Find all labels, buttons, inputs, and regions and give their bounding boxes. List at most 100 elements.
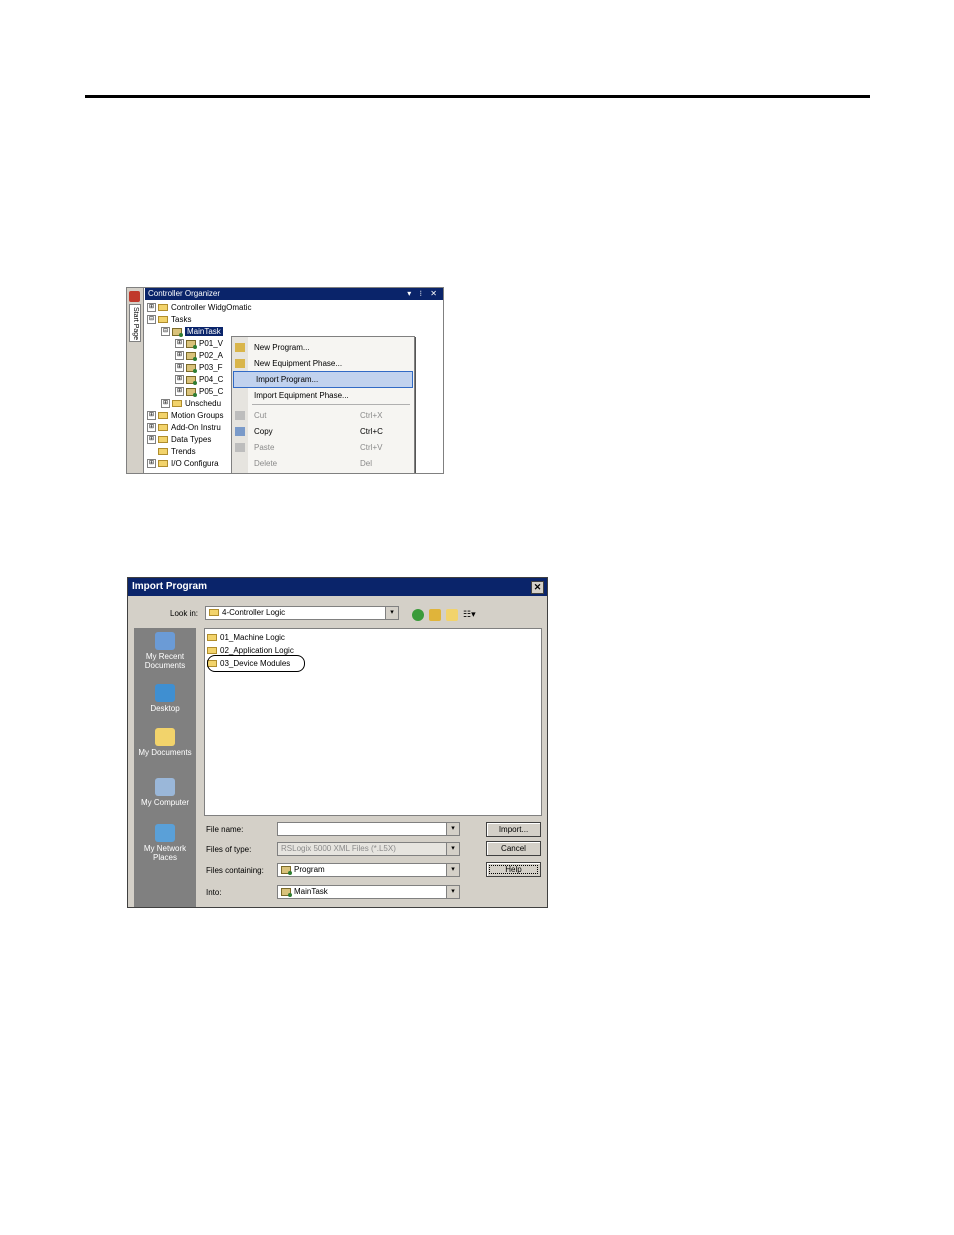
expand-icon[interactable]: ⊞ (175, 339, 184, 349)
up-folder-icon[interactable] (429, 609, 441, 621)
collapse-icon[interactable]: ⊟ (161, 327, 170, 337)
tree-item[interactable]: ⊟ MainTask (161, 326, 223, 337)
file-list-item-label: 02_Application Logic (220, 646, 294, 655)
tree-item[interactable]: ⊞ P02_A (175, 350, 223, 361)
tree-item-label: Trends (171, 447, 196, 456)
menu-item[interactable]: Import Equipment Phase... (232, 388, 414, 403)
file-name-input[interactable]: ▾ (277, 822, 460, 836)
menu-item-shortcut: Ctrl+X (360, 411, 383, 420)
menu-item[interactable]: New Equipment Phase... (232, 356, 414, 371)
chevron-down-icon[interactable]: ▾ (446, 864, 459, 876)
expand-icon[interactable]: ⊞ (147, 435, 156, 445)
tree-item[interactable]: ⊞ Add-On Instru (147, 422, 221, 433)
files-of-type-value: RSLogix 5000 XML Files (*.L5X) (281, 844, 396, 853)
tree-item[interactable]: ⊞ P03_F (175, 362, 223, 373)
start-page-side-tab[interactable]: Start Page (127, 288, 144, 473)
expand-icon[interactable]: ⊞ (175, 363, 184, 373)
close-icon[interactable]: ✕ (531, 581, 544, 594)
context-menu: New Program... New Equipment Phase... Impo… (231, 336, 415, 473)
program-icon (186, 363, 197, 373)
header-rule (85, 95, 870, 98)
expand-icon[interactable]: ⊞ (147, 423, 156, 433)
place-item[interactable]: Desktop (134, 684, 196, 713)
files-of-type-combo: RSLogix 5000 XML Files (*.L5X) ▾ (277, 842, 460, 856)
place-item[interactable]: My Documents (134, 728, 196, 757)
tree-item[interactable]: ⊞ P05_C (175, 386, 223, 397)
menu-item[interactable]: Copy Ctrl+C (232, 424, 414, 439)
files-of-type-label: Files of type: (206, 845, 252, 854)
menu-item[interactable]: New Program... (232, 340, 414, 355)
back-icon[interactable] (412, 609, 424, 621)
folder-icon (172, 400, 182, 408)
tree-item-label: MainTask (185, 327, 223, 336)
help-button[interactable]: Help (486, 862, 541, 877)
controller-organizer-panel: Start Page Controller Organizer ▾ ⁝ ✕ ⊞ C… (126, 287, 444, 474)
chevron-down-icon[interactable]: ▾ (385, 607, 398, 619)
menu-item-label: Delete (254, 459, 278, 468)
tree-item[interactable]: ⊞ I/O Configura (147, 458, 219, 469)
files-containing-value: Program (294, 865, 325, 874)
program-icon (186, 339, 197, 349)
task-icon (281, 887, 292, 897)
tree-item[interactable]: ⊞ P04_C (175, 374, 223, 385)
file-list-item[interactable]: 01_Machine Logic (207, 632, 285, 644)
tree-item[interactable]: ⊞ P01_V (175, 338, 223, 349)
chevron-down-icon[interactable]: ▾ (446, 823, 459, 835)
import-button[interactable]: Import... (486, 822, 541, 837)
folder-icon (158, 448, 168, 456)
menu-item: Delete Del (232, 456, 414, 471)
folder-icon (158, 424, 168, 432)
folder-icon (158, 412, 168, 420)
menu-item-label: New Program... (254, 343, 310, 352)
cancel-button[interactable]: Cancel (486, 841, 541, 856)
new-folder-icon[interactable] (446, 609, 458, 621)
tree-item-label: I/O Configura (171, 459, 219, 468)
folder-icon (158, 460, 168, 468)
look-in-combo[interactable]: 4-Controller Logic ▾ (205, 606, 399, 620)
expand-icon[interactable]: ⊞ (175, 375, 184, 385)
tree-item[interactable]: ⊞ Controller WidgOmatic (147, 302, 251, 313)
view-menu-icon[interactable]: ☷▾ (463, 609, 476, 620)
tree-item[interactable]: Trends (147, 446, 196, 457)
into-value: MainTask (294, 887, 328, 896)
place-label: My Documents (138, 748, 192, 757)
into-combo[interactable]: MainTask ▾ (277, 885, 460, 899)
program-icon (281, 865, 292, 875)
folder-icon (158, 436, 168, 444)
chevron-down-icon[interactable]: ▾ (446, 886, 459, 898)
start-page-tab-label[interactable]: Start Page (129, 304, 141, 342)
dialog-title: Import Program (132, 581, 208, 592)
paste-icon (235, 443, 245, 452)
menu-separator (252, 404, 410, 405)
copy-icon (235, 427, 245, 436)
expand-icon[interactable]: ⊞ (175, 351, 184, 361)
tree-item-label: Add-On Instru (171, 423, 221, 432)
menu-item-label: Import Equipment Phase... (254, 391, 349, 400)
place-item[interactable]: My Recent Documents (134, 632, 196, 670)
menu-item-label: Import Program... (256, 375, 319, 384)
program-icon (186, 375, 197, 385)
tree-item[interactable]: ⊞ Motion Groups (147, 410, 223, 421)
file-list-item-label: 01_Machine Logic (220, 633, 285, 642)
files-containing-combo[interactable]: Program ▾ (277, 863, 460, 877)
organizer-window-controls[interactable]: ▾ ⁝ ✕ (407, 288, 440, 300)
collapse-icon[interactable]: ⊟ (147, 315, 156, 325)
file-list-item[interactable]: 03_Device Modules (207, 655, 305, 672)
place-item[interactable]: My Computer (134, 778, 196, 807)
tree-item[interactable]: ⊞ Unschedu (161, 398, 221, 409)
place-item[interactable]: My Network Places (134, 824, 196, 862)
folder-icon (158, 304, 168, 312)
menu-item-label: New Equipment Phase... (254, 359, 343, 368)
tree-item-label: P02_A (199, 351, 224, 360)
tree-item[interactable]: ⊟ Tasks (147, 314, 191, 325)
dialog-title-bar: Import Program ✕ (128, 578, 547, 596)
expand-icon[interactable]: ⊞ (175, 387, 184, 397)
menu-item[interactable]: Import Program... (233, 371, 413, 388)
program-icon (186, 387, 197, 397)
files-containing-label: Files containing: (206, 866, 264, 875)
expand-icon[interactable]: ⊞ (147, 459, 156, 469)
expand-icon[interactable]: ⊞ (161, 399, 170, 409)
expand-icon[interactable]: ⊞ (147, 303, 156, 313)
expand-icon[interactable]: ⊞ (147, 411, 156, 421)
tree-item[interactable]: ⊞ Data Types (147, 434, 211, 445)
